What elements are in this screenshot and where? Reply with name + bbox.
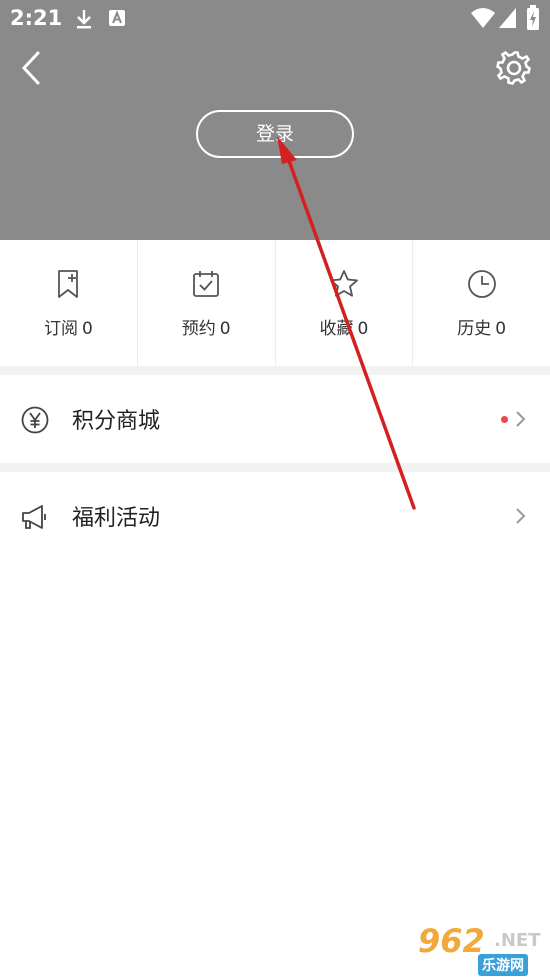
yen-coin-icon	[21, 406, 49, 434]
stat-count: 0	[219, 319, 231, 339]
wifi-icon	[471, 8, 495, 28]
stat-subscribe[interactable]: 订阅 0	[0, 240, 138, 366]
watermark-logo: 962 .NET 乐游网	[412, 922, 546, 976]
stat-history-label: 历史 0	[413, 314, 550, 339]
chevron-right-icon	[516, 508, 526, 524]
megaphone-icon	[22, 505, 46, 529]
section-divider	[0, 366, 550, 375]
stat-label-text: 收藏	[319, 319, 354, 339]
watermark-number: 962	[418, 922, 485, 960]
chevron-right-icon	[516, 411, 526, 427]
stats-row: 订阅 0 预约 0 收藏 0 历史 0	[0, 240, 550, 366]
stat-label-text: 预约	[181, 319, 216, 339]
battery-icon	[527, 5, 539, 30]
download-icon	[77, 10, 91, 29]
stat-reserve-label: 预约 0	[138, 314, 275, 339]
chevron-left-icon[interactable]	[14, 50, 50, 86]
clock-icon	[467, 270, 496, 298]
signal-icon	[499, 8, 516, 28]
stat-subscribe-label: 订阅 0	[0, 314, 137, 339]
stat-reserve[interactable]: 预约 0	[138, 240, 276, 366]
notification-dot	[501, 416, 508, 423]
login-button[interactable]: 登录	[196, 110, 354, 158]
stat-favorite[interactable]: 收藏 0	[276, 240, 414, 366]
watermark-chinese: 乐游网	[478, 954, 528, 976]
stat-label-text: 订阅	[43, 319, 78, 339]
profile-header: 登录	[0, 38, 550, 240]
calendar-check-icon	[193, 271, 220, 297]
stat-favorite-label: 收藏 0	[276, 314, 413, 339]
gear-icon[interactable]	[494, 48, 534, 88]
menu-label: 福利活动	[72, 506, 161, 531]
stat-count: 0	[81, 319, 93, 339]
status-time: 2:21	[10, 6, 63, 30]
stat-label-text: 历史	[457, 319, 492, 339]
menu-label: 积分商城	[72, 409, 161, 434]
bookmark-add-icon	[58, 270, 79, 298]
stat-count: 0	[495, 319, 507, 339]
menu-item-points-mall[interactable]: 积分商城	[0, 375, 550, 463]
stat-count: 0	[357, 319, 369, 339]
status-bar: 2:21	[0, 0, 550, 38]
a-notification-icon	[109, 10, 125, 26]
section-divider	[0, 463, 550, 472]
menu-item-welfare[interactable]: 福利活动	[0, 472, 550, 560]
star-icon	[329, 270, 358, 297]
stat-history[interactable]: 历史 0	[413, 240, 550, 366]
watermark-suffix: .NET	[494, 930, 541, 951]
